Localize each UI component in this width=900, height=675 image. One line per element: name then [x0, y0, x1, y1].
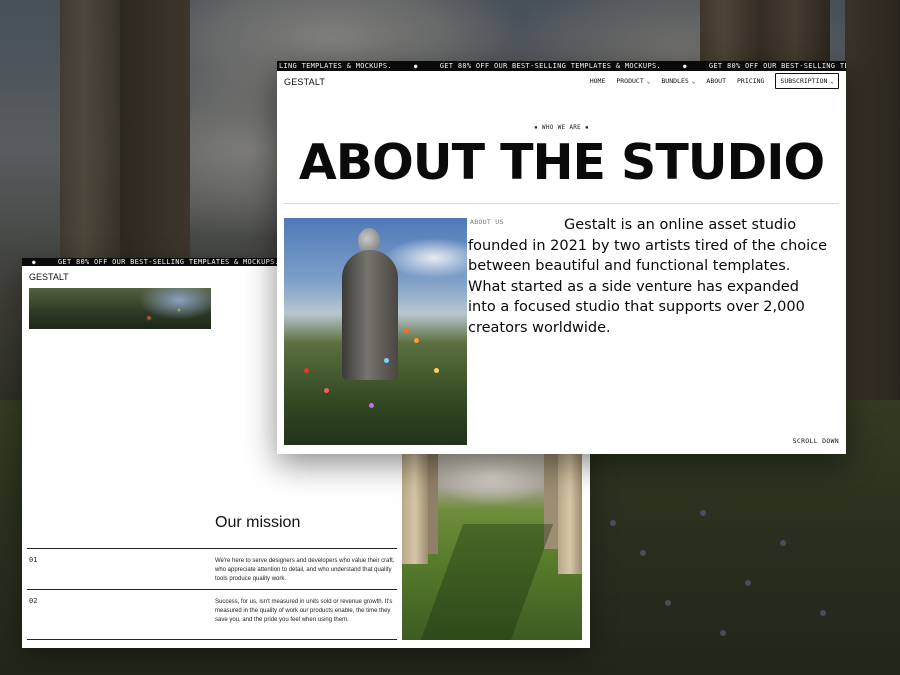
scroll-down-link[interactable]: SCROLL DOWN	[793, 437, 839, 445]
ticker-text: LING TEMPLATES & MOCKUPS.	[279, 62, 392, 70]
ruin-column	[428, 454, 438, 554]
ticker-text: GET 80% OFF OUR BEST-SELLING TEMPLATES &	[708, 62, 846, 70]
column-shadow	[420, 524, 554, 640]
chevron-down-icon: ⌄	[830, 77, 834, 85]
nav-label: PRODUCT	[616, 77, 644, 85]
divider	[27, 639, 397, 640]
subscription-label: SUBSCRIPTION	[780, 77, 828, 85]
promo-ticker[interactable]: LING TEMPLATES & MOCKUPS. ● GET 80% OFF …	[277, 61, 846, 71]
about-paragraph: Gestalt is an online asset studio founde…	[468, 217, 828, 336]
chevron-down-icon: ⌄	[646, 77, 651, 85]
ticker-dot-icon: ●	[32, 258, 36, 266]
ruin-column	[402, 454, 428, 564]
ticker-text: GET 80% OFF OUR BEST-SELLING TEMPLATES &…	[57, 258, 280, 266]
nav-label: ABOUT	[706, 77, 726, 85]
divider	[284, 203, 839, 204]
figure-body	[342, 250, 398, 380]
nav-product[interactable]: PRODUCT ⌄	[616, 77, 650, 85]
divider	[27, 548, 397, 549]
flower-glow	[414, 338, 419, 343]
nav-pricing[interactable]: PRICING	[737, 77, 764, 85]
ruins-photo	[402, 454, 582, 640]
nav-label: PRICING	[737, 77, 765, 85]
item-number: 02	[29, 597, 38, 605]
flower-glow	[404, 328, 409, 333]
flower-glow	[369, 403, 374, 408]
nav-bundles[interactable]: BUNDLES ⌄	[661, 77, 695, 85]
hero-image	[29, 288, 211, 329]
mission-text: We're here to serve designers and develo…	[215, 558, 395, 582]
ruin-column	[558, 454, 582, 574]
nav-about[interactable]: ABOUT	[706, 77, 726, 85]
about-page-mockup: LING TEMPLATES & MOCKUPS. ● GET 80% OFF …	[277, 61, 846, 454]
main-nav: HOME PRODUCT ⌄ BUNDLES ⌄ ABOUT PRICING SUB…	[590, 73, 839, 89]
ticker-text: GET 80% OFF OUR BEST-SELLING TEMPLATES &…	[439, 62, 661, 70]
item-number: 01	[29, 556, 38, 564]
flower-glow	[384, 358, 389, 363]
figure-photo	[284, 218, 467, 445]
flower-glow	[324, 388, 329, 393]
page-title: ABOUT THE STUDIO	[298, 134, 825, 191]
nav-home[interactable]: HOME	[590, 77, 606, 85]
brand-logo[interactable]: GESTALT	[29, 272, 69, 282]
nav-label: BUNDLES	[661, 77, 689, 85]
mission-heading: Our mission	[215, 514, 301, 531]
brand-logo[interactable]: GESTALT	[284, 77, 325, 87]
flower-glow	[304, 368, 309, 373]
nav-label: HOME	[589, 77, 606, 85]
chevron-down-icon: ⌄	[691, 77, 696, 85]
subscription-button[interactable]: SUBSCRIPTION ⌄	[775, 73, 839, 89]
section-kicker: ▪ WHO WE ARE ▪	[534, 124, 589, 131]
flower-glow	[434, 368, 439, 373]
divider	[27, 589, 397, 590]
mission-text: Success, for us, isn't measured in units…	[215, 599, 393, 623]
